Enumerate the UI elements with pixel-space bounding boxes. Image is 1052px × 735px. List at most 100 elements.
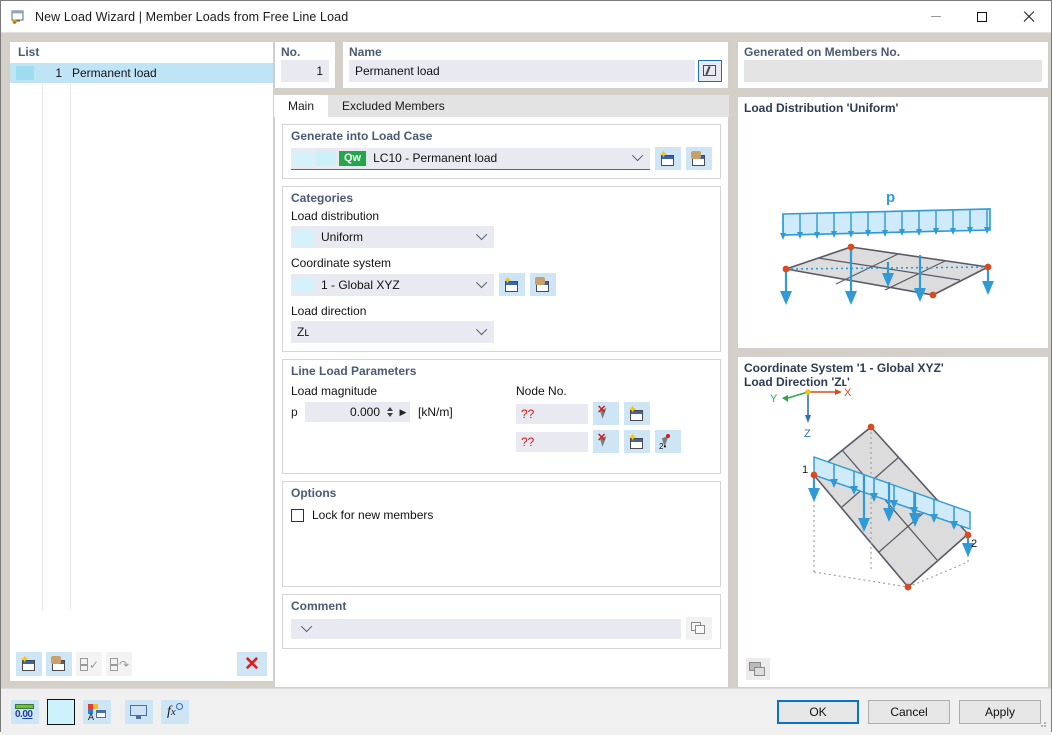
tab-filler — [458, 95, 729, 117]
load-case-badge: Qw — [339, 150, 367, 166]
fx-icon: fx — [165, 702, 185, 721]
load-distribution-preview: Load Distribution 'Uniform' p — [737, 96, 1049, 349]
comment-combobox[interactable] — [291, 618, 681, 639]
new-document-icon: ✦ — [628, 404, 646, 422]
edit-name-button[interactable] — [698, 60, 722, 82]
new-document-icon: ✦ — [628, 432, 646, 450]
new-item-button[interactable]: ✦ — [16, 652, 42, 676]
node-label-1: 1 — [802, 464, 808, 476]
list-header: List — [10, 42, 273, 63]
new-node-1-button[interactable]: ✦ — [624, 402, 650, 425]
check-all-icon: ✓ — [79, 656, 99, 672]
coordinate-system-preview-title: Coordinate System '1 - Global XYZ' Load D… — [744, 361, 944, 389]
list-column-separator-2 — [70, 84, 71, 610]
resize-grip[interactable] — [1037, 718, 1047, 728]
comment-title: Comment — [291, 599, 347, 613]
generated-on-members-label: Generated on Members No. — [744, 45, 901, 59]
number-format-icon: 0.00 — [14, 703, 36, 721]
color-button[interactable] — [47, 699, 75, 725]
window-controls — [913, 1, 1051, 32]
svg-text:p: p — [886, 189, 895, 206]
cs-preview-line1: Coordinate System '1 - Global XYZ' — [744, 361, 944, 375]
pick-node-1-button[interactable]: ✕ — [593, 402, 619, 425]
new-node-2-button[interactable]: ✦ — [624, 430, 650, 453]
axis-y-label: Y — [770, 393, 778, 405]
lock-for-new-members-label: Lock for new members — [312, 508, 434, 522]
categories-group: Categories Load distribution Uniform Coo… — [282, 186, 721, 352]
tab-bar: Main Excluded Members — [274, 95, 729, 117]
color-swatch-icon — [48, 700, 74, 724]
dialog-window: 9 New Load Wizard | Member Loads from Fr… — [0, 0, 1052, 735]
list-panel: List 1 Permanent load ✦ ✓ ↷ ✕ — [9, 41, 274, 682]
chevron-down-icon — [297, 623, 319, 635]
node-1-input[interactable]: ?? — [516, 403, 588, 424]
minimize-icon — [931, 16, 941, 17]
stepper-arrows-icon[interactable] — [384, 402, 396, 422]
close-button[interactable] — [1005, 1, 1051, 32]
tab-excluded-members[interactable]: Excluded Members — [328, 95, 459, 117]
load-magnitude-stepper[interactable]: 0.000 ▶ — [305, 402, 410, 422]
name-input[interactable] — [349, 60, 695, 82]
list-item-label: Permanent load — [72, 66, 157, 80]
load-direction-combobox[interactable]: Zʟ — [291, 321, 494, 343]
comment-group: Comment — [282, 594, 721, 649]
delete-item-button[interactable]: ✕ — [237, 652, 267, 676]
load-wizard-icon: 9 — [10, 9, 26, 25]
graphic-settings-button[interactable] — [125, 700, 153, 724]
load-case-combobox[interactable]: Qw LC10 - Permanent load — [291, 147, 650, 170]
maximize-icon — [977, 11, 987, 22]
node-label-2: 2 — [971, 538, 977, 550]
coordinate-system-value: 1 - Global XYZ — [321, 277, 400, 292]
coordinate-system-combobox[interactable]: 1 - Global XYZ — [291, 273, 494, 296]
load-direction-value: Zʟ — [297, 325, 310, 339]
title-bar: 9 New Load Wizard | Member Loads from Fr… — [1, 1, 1051, 33]
node-2-input[interactable]: ?? — [516, 431, 588, 452]
line-load-parameters-group: Line Load Parameters Load magnitude p 0.… — [282, 359, 721, 474]
lock-for-new-members-row[interactable]: Lock for new members — [291, 508, 712, 522]
line-load-parameters-title: Line Load Parameters — [291, 364, 417, 378]
copy-document-icon — [50, 656, 68, 672]
no-name-row: No. Name — [274, 41, 729, 89]
list-body: 1 Permanent load — [10, 63, 273, 646]
ok-button[interactable]: OK — [777, 700, 859, 724]
load-case-color-swatch-1 — [294, 150, 314, 166]
pick-node-2-button[interactable]: ✕ — [593, 430, 619, 453]
edit-load-case-button[interactable] — [686, 147, 712, 170]
new-document-icon: ✦ — [503, 275, 521, 293]
list-item[interactable]: 1 Permanent load — [10, 63, 273, 83]
load-case-color-swatch-2 — [316, 150, 336, 166]
invert-selection-button[interactable]: ↷ — [106, 652, 132, 676]
load-magnitude-value: 0.000 — [349, 405, 380, 419]
edit-coordinate-system-button[interactable] — [530, 273, 556, 296]
stepper-expand-icon[interactable]: ▶ — [396, 407, 410, 418]
maximize-button[interactable] — [959, 1, 1005, 32]
decimal-places-button[interactable]: 0.00 — [11, 700, 39, 724]
display-properties-button[interactable]: A — [83, 700, 111, 724]
new-load-case-button[interactable]: ✦ — [655, 147, 681, 170]
select-all-button[interactable]: ✓ — [76, 652, 102, 676]
copy-windows-icon — [691, 621, 707, 636]
comment-library-button[interactable] — [686, 617, 712, 640]
lock-for-new-members-checkbox[interactable] — [291, 508, 304, 522]
pencil-box-icon — [703, 65, 717, 77]
copy-item-button[interactable] — [46, 652, 72, 676]
generated-on-members-group: Generated on Members No. — [737, 41, 1049, 89]
minimize-button[interactable] — [913, 1, 959, 32]
coordinate-system-label: Coordinate system — [291, 256, 392, 270]
formula-button[interactable]: fx — [161, 700, 189, 724]
load-distribution-combobox[interactable]: Uniform — [291, 226, 494, 248]
apply-button[interactable]: Apply — [959, 700, 1041, 724]
cs-preview-line2: Load Direction 'Zʟ' — [744, 375, 850, 389]
chevron-down-icon — [472, 279, 494, 291]
pick-two-nodes-button[interactable]: 2• — [655, 430, 681, 453]
number-input[interactable] — [281, 60, 329, 82]
tab-main[interactable]: Main — [274, 95, 329, 117]
edit-document-icon — [690, 150, 708, 167]
snapshot-button[interactable] — [746, 658, 770, 680]
options-title: Options — [291, 486, 337, 500]
new-coordinate-system-button[interactable]: ✦ — [499, 273, 525, 296]
invert-check-icon: ↷ — [109, 656, 129, 672]
load-distribution-label: Load distribution — [291, 209, 380, 223]
generated-on-members-value — [744, 60, 1042, 82]
cancel-button[interactable]: Cancel — [868, 700, 950, 724]
